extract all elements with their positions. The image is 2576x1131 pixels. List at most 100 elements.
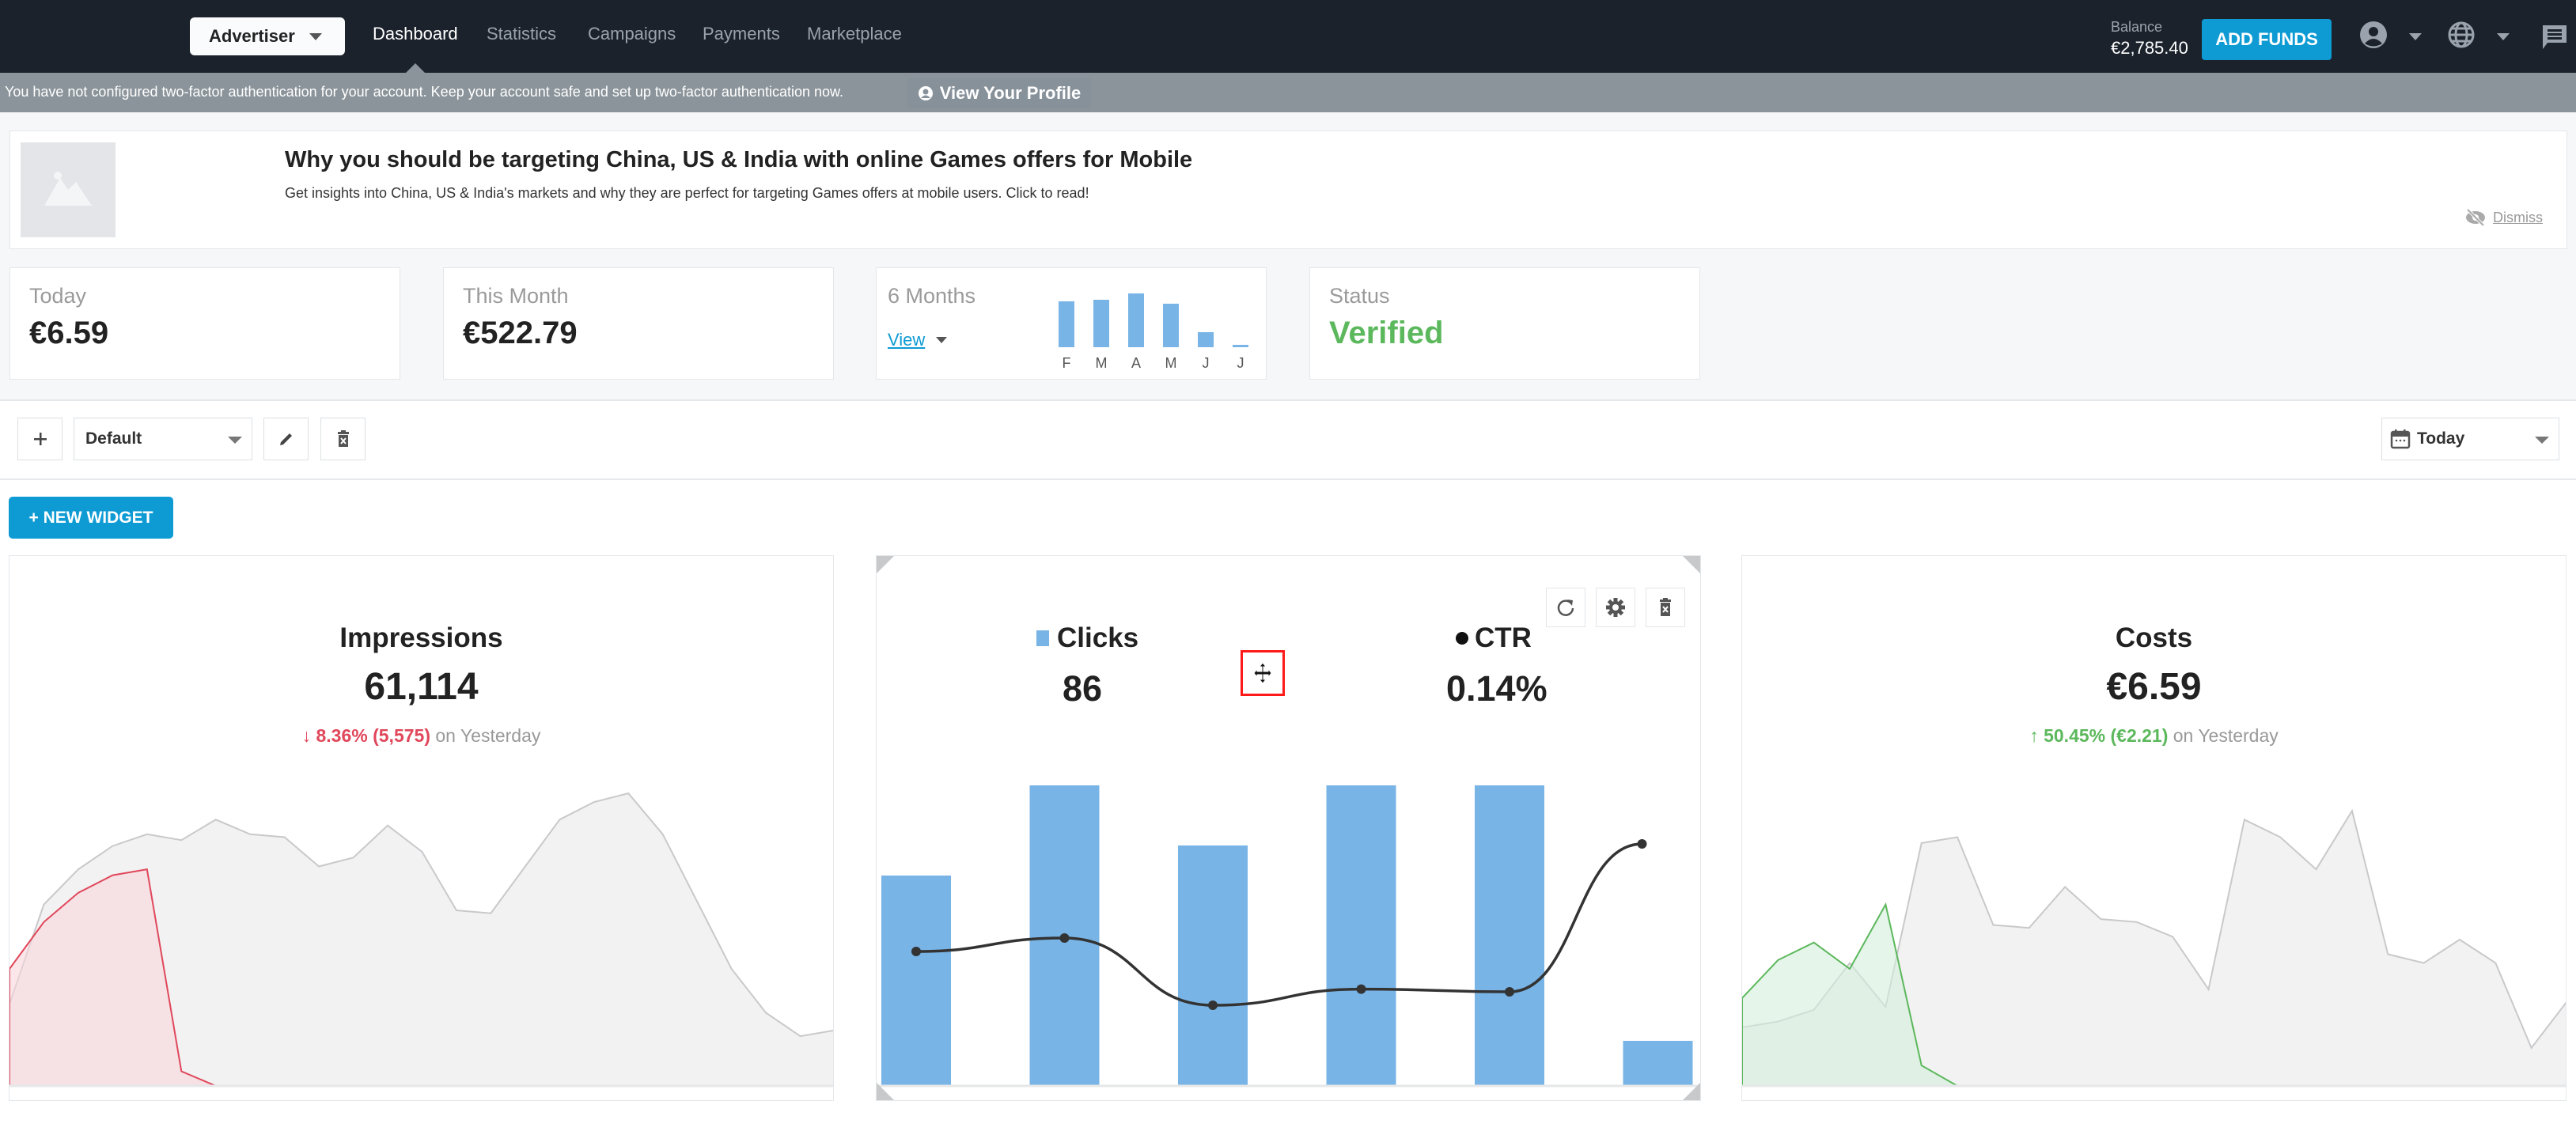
ctr-label: CTR <box>1475 622 1532 653</box>
clicks-ctr-widget[interactable]: Clicks 86 CTR 0.14% <box>876 555 1701 1101</box>
mini-bar <box>1198 332 1214 347</box>
ctr-point <box>1208 1000 1218 1010</box>
costs-delta-value: 50.45% (€2.21) <box>2044 725 2169 746</box>
chevron-down-icon <box>2535 437 2549 444</box>
date-range-select[interactable]: Today <box>2381 418 2559 460</box>
layout-select-value: Default <box>85 429 142 448</box>
mouse-cursor-highlight <box>1241 650 1285 696</box>
add-layout-button[interactable] <box>17 418 63 460</box>
kpi-today-value: €6.59 <box>29 316 109 350</box>
costs-value: €6.59 <box>2106 666 2202 708</box>
resize-handle-top-right[interactable] <box>1683 556 1700 573</box>
language-menu-chevron-icon[interactable] <box>2497 33 2510 40</box>
trash-icon <box>337 430 349 447</box>
dashboard-toolbar <box>0 401 2576 478</box>
ctr-point <box>1356 984 1366 994</box>
globe-icon[interactable] <box>2447 21 2476 49</box>
new-widget-button[interactable]: + NEW WIDGET <box>9 497 173 539</box>
kpi-this-month-label: This Month <box>463 284 569 308</box>
impressions-delta: ↓ 8.36% (5,575) on Yesterday <box>9 725 833 747</box>
widget-settings-button[interactable] <box>1596 588 1635 627</box>
mini-bar-label: J <box>1237 355 1244 371</box>
plus-icon <box>33 433 47 445</box>
costs-delta-reference: on Yesterday <box>2173 725 2279 746</box>
mini-bar-label: M <box>1096 355 1108 371</box>
add-funds-button[interactable]: ADD FUNDS <box>2202 19 2332 60</box>
edit-layout-button[interactable] <box>263 418 309 460</box>
banner-description: Get insights into China, US & India's ma… <box>285 185 1089 201</box>
status-badge: Verified <box>1329 316 1444 350</box>
ctr-point <box>1637 839 1647 849</box>
nav-payments[interactable]: Payments <box>703 24 780 44</box>
dismiss-button[interactable]: Dismiss <box>2464 209 2543 226</box>
user-circle-icon <box>918 86 933 100</box>
mini-bar-label: J <box>1203 355 1210 371</box>
banner-title[interactable]: Why you should be targeting China, US & … <box>285 147 1192 173</box>
gear-icon <box>1606 598 1625 617</box>
mini-bar <box>1128 293 1144 347</box>
nav-campaigns[interactable]: Campaigns <box>588 24 676 44</box>
view-dropdown-link[interactable]: View <box>888 330 948 350</box>
nav-statistics[interactable]: Statistics <box>487 24 556 44</box>
pencil-icon <box>279 433 292 445</box>
calendar-icon <box>2390 429 2411 449</box>
chevron-down-icon <box>309 32 322 40</box>
ctr-point <box>911 947 921 956</box>
kpi-status-label: Status <box>1329 284 1390 308</box>
active-nav-indicator <box>406 63 425 73</box>
mini-bar <box>1093 300 1109 347</box>
eye-slash-icon <box>2466 209 2485 226</box>
image-placeholder-icon <box>21 142 116 237</box>
trash-icon <box>1660 598 1671 616</box>
mini-bar <box>1059 301 1074 347</box>
impressions-widget[interactable]: Impressions 61,114 ↓ 8.36% (5,575) on Ye… <box>9 555 834 1101</box>
role-selector-dropdown[interactable]: Advertiser <box>190 17 345 55</box>
clicks-value: 86 <box>1063 668 1103 709</box>
kpi-status: Status Verified <box>1309 267 1700 380</box>
clicks-bar <box>1623 1041 1693 1086</box>
mini-bar-label: A <box>1131 355 1141 371</box>
delete-layout-button[interactable] <box>320 418 366 460</box>
view-profile-button[interactable]: View Your Profile <box>907 78 1091 108</box>
chevron-down-icon <box>228 437 242 444</box>
six-months-mini-chart: FMAMJJ <box>1059 293 1248 371</box>
promo-banner[interactable]: Why you should be targeting China, US & … <box>9 130 2567 249</box>
ctr-point <box>1059 933 1070 943</box>
mini-bar <box>1163 304 1179 347</box>
clicks-bar <box>1326 785 1396 1086</box>
balance-label: Balance <box>2111 19 2163 35</box>
resize-handle-top-left[interactable] <box>877 556 894 573</box>
kpi-today: Today €6.59 <box>9 267 400 380</box>
chat-icon[interactable] <box>2541 24 2570 52</box>
resize-handle-bottom-right[interactable] <box>1683 1083 1700 1100</box>
kpi-today-label: Today <box>29 284 87 308</box>
refresh-widget-button[interactable] <box>1546 588 1585 627</box>
impressions-title: Impressions <box>339 622 503 653</box>
impressions-value: 61,114 <box>364 666 479 708</box>
ctr-legend-dot <box>1456 632 1468 645</box>
clicks-bar <box>1475 785 1544 1086</box>
ctr-value: 0.14% <box>1446 668 1547 709</box>
refresh-icon <box>1557 600 1574 616</box>
nav-marketplace[interactable]: Marketplace <box>807 24 902 44</box>
view-link-label: View <box>888 330 926 350</box>
costs-widget[interactable]: Costs €6.59 ↑ 50.45% (€2.21) on Yesterda… <box>1741 555 2567 1101</box>
costs-title: Costs <box>2115 622 2193 653</box>
resize-handle-bottom-left[interactable] <box>877 1083 894 1100</box>
kpi-this-month: This Month €522.79 <box>443 267 834 380</box>
clicks-bar <box>881 876 951 1086</box>
nav-dashboard[interactable]: Dashboard <box>373 24 458 44</box>
kpi-six-months-label: 6 Months <box>888 284 976 308</box>
delete-widget-button[interactable] <box>1646 588 1685 627</box>
mini-bar-label: F <box>1063 355 1071 371</box>
user-circle-icon[interactable] <box>2359 21 2388 49</box>
kpi-six-months: 6 Months View F M A M J J <box>876 267 1267 380</box>
costs-delta: ↑ 50.45% (€2.21) on Yesterday <box>1742 725 2566 747</box>
ctr-legend: CTR <box>1456 622 1532 654</box>
mini-bar <box>1233 345 1248 347</box>
layout-select[interactable]: Default <box>74 418 252 460</box>
chevron-down-icon <box>936 337 948 343</box>
clicks-legend-swatch <box>1036 630 1049 646</box>
mini-bar-label: M <box>1165 355 1177 371</box>
user-menu-chevron-icon[interactable] <box>2409 33 2422 40</box>
